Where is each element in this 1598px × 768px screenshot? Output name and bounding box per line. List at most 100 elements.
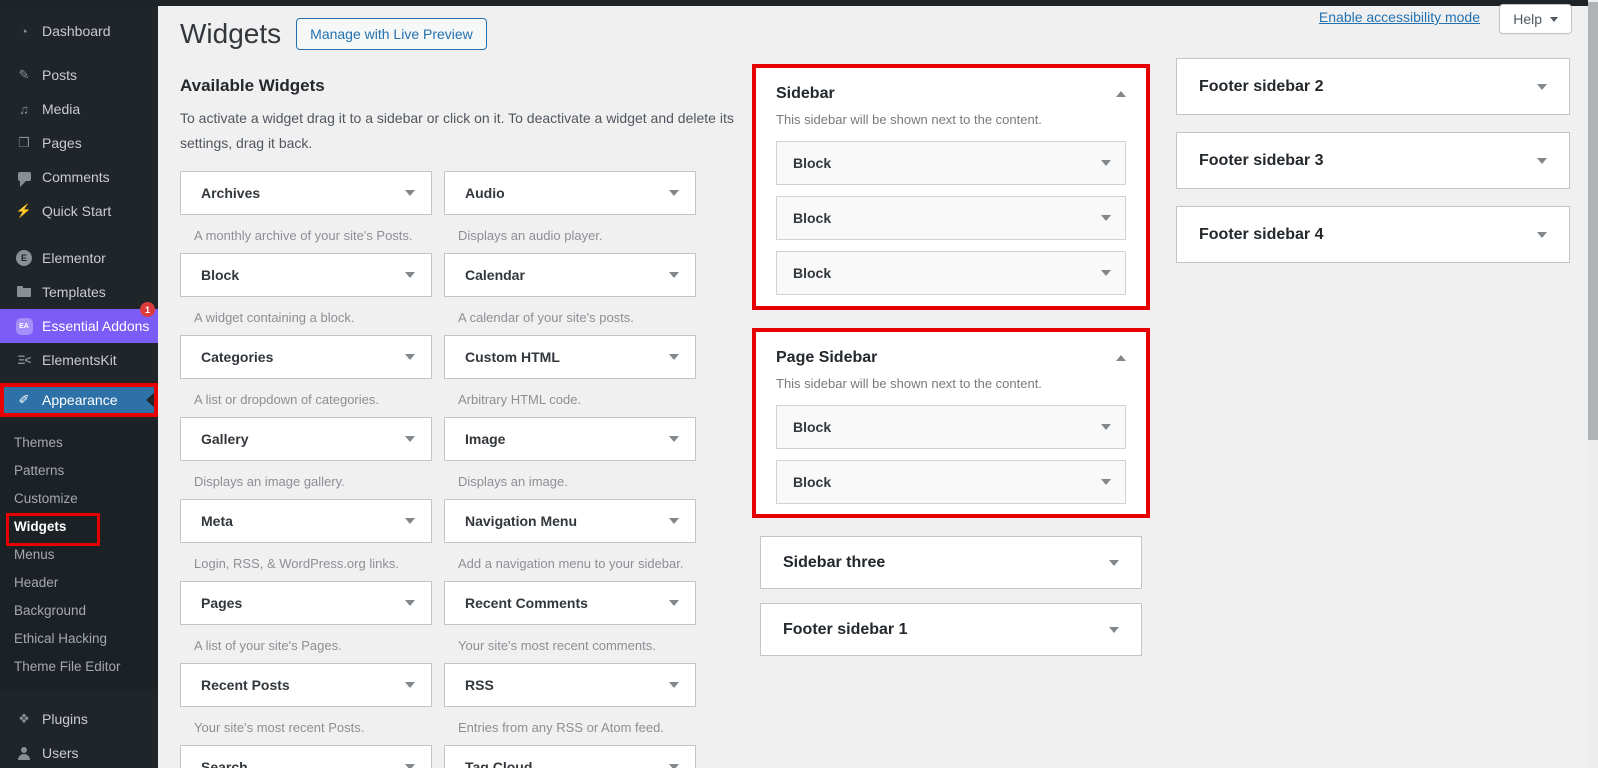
pages-icon: ❐ — [15, 135, 33, 151]
submenu-item-header[interactable]: Header — [0, 568, 158, 596]
widget-description: Your site's most recent Posts. — [194, 720, 432, 735]
widget-card-image[interactable]: Image — [444, 417, 696, 461]
widget-card-tag-cloud[interactable]: Tag Cloud — [444, 745, 696, 768]
block-widget[interactable]: Block — [776, 460, 1126, 504]
sidebar-item-comments[interactable]: Comments — [0, 160, 158, 194]
chevron-down-icon[interactable] — [1101, 424, 1111, 430]
sidebar-item-label: Quick Start — [42, 203, 111, 219]
widget-card-pages[interactable]: Pages — [180, 581, 432, 625]
quick-start-icon: ⚡ — [15, 203, 33, 219]
sidebar-item-quick-start[interactable]: ⚡ Quick Start — [0, 194, 158, 228]
submenu-label: Background — [14, 603, 86, 618]
chevron-down-icon[interactable] — [405, 600, 415, 606]
submenu-item-widgets[interactable]: Widgets — [0, 512, 158, 540]
sidebar-item-elementskit[interactable]: Ξ< ElementsKit — [0, 343, 158, 377]
sidebar-area-panel-collapsed[interactable]: Sidebar three — [760, 536, 1142, 589]
widget-name: Navigation Menu — [465, 513, 577, 529]
chevron-down-icon[interactable] — [669, 190, 679, 196]
submenu-item-ethical-hacking[interactable]: Ethical Hacking — [0, 624, 158, 652]
enable-accessibility-mode-link[interactable]: Enable accessibility mode — [1319, 9, 1480, 25]
chevron-up-icon[interactable] — [1116, 355, 1126, 361]
chevron-down-icon[interactable] — [1101, 479, 1111, 485]
sidebar-item-templates[interactable]: Templates — [0, 275, 158, 309]
scrollbar-thumb[interactable] — [1588, 2, 1598, 440]
chevron-down-icon[interactable] — [405, 436, 415, 442]
chevron-down-icon[interactable] — [669, 518, 679, 524]
chevron-up-icon[interactable] — [1116, 91, 1126, 97]
available-widgets-heading: Available Widgets — [180, 76, 755, 96]
chevron-down-icon[interactable] — [1109, 627, 1119, 633]
sidebar-item-dashboard[interactable]: ◔ Dashboard — [0, 14, 158, 48]
page-sidebar-panel-highlighted: Page Sidebar This sidebar will be shown … — [752, 328, 1150, 518]
sidebar-area-panel-collapsed[interactable]: Footer sidebar 2 — [1176, 58, 1570, 115]
sidebar-item-users[interactable]: Users — [0, 736, 158, 768]
chevron-down-icon[interactable] — [669, 682, 679, 688]
submenu-item-patterns[interactable]: Patterns — [0, 456, 158, 484]
sidebar-item-pages[interactable]: ❐ Pages — [0, 126, 158, 160]
submenu-item-customize[interactable]: Customize — [0, 484, 158, 512]
widget-card-recent-posts[interactable]: Recent Posts — [180, 663, 432, 707]
chevron-down-icon[interactable] — [405, 190, 415, 196]
widget-card-search[interactable]: Search — [180, 745, 432, 768]
chevron-down-icon[interactable] — [1109, 560, 1119, 566]
widget-card-rss[interactable]: RSS — [444, 663, 696, 707]
sidebar-item-label: Pages — [42, 135, 82, 151]
widget-card-custom-html[interactable]: Custom HTML — [444, 335, 696, 379]
widget-card-block[interactable]: Block — [180, 253, 432, 297]
chevron-down-icon[interactable] — [1537, 84, 1547, 90]
submenu-item-menus[interactable]: Menus — [0, 540, 158, 568]
widget-card-categories[interactable]: Categories — [180, 335, 432, 379]
widget-card-navigation-menu[interactable]: Navigation Menu — [444, 499, 696, 543]
widget-card-audio[interactable]: Audio — [444, 171, 696, 215]
chevron-down-icon[interactable] — [405, 518, 415, 524]
chevron-down-icon[interactable] — [669, 354, 679, 360]
widget-name: Tag Cloud — [465, 759, 532, 768]
submenu-item-background[interactable]: Background — [0, 596, 158, 624]
chevron-down-icon[interactable] — [405, 764, 415, 768]
chevron-down-icon[interactable] — [1101, 160, 1111, 166]
sidebar-item-plugins[interactable]: ❖ Plugins — [0, 702, 158, 736]
help-button[interactable]: Help — [1499, 4, 1572, 34]
widget-card-gallery[interactable]: Gallery — [180, 417, 432, 461]
chevron-down-icon[interactable] — [405, 272, 415, 278]
widget-name: Meta — [201, 513, 233, 529]
widget-card-recent-comments[interactable]: Recent Comments — [444, 581, 696, 625]
submenu-item-themes[interactable]: Themes — [0, 428, 158, 456]
widget-card-archives[interactable]: Archives — [180, 171, 432, 215]
sidebar-area-panel-collapsed[interactable]: Footer sidebar 1 — [760, 603, 1142, 656]
sidebar-item-label: Media — [42, 101, 80, 117]
sidebar-areas-column-2: Footer sidebar 2 Footer sidebar 3 Footer… — [1176, 58, 1570, 280]
chevron-down-icon[interactable] — [1101, 215, 1111, 221]
manage-live-preview-button[interactable]: Manage with Live Preview — [296, 18, 487, 50]
sidebar-item-media[interactable]: ♫ Media — [0, 92, 158, 126]
chevron-down-icon[interactable] — [1101, 270, 1111, 276]
block-label: Block — [793, 155, 831, 171]
chevron-down-icon[interactable] — [669, 436, 679, 442]
widget-description: A monthly archive of your site's Posts. — [194, 228, 432, 243]
block-widget[interactable]: Block — [776, 196, 1126, 240]
appearance-submenu: Themes Patterns Customize Widgets Menus … — [0, 421, 158, 689]
widget-name: RSS — [465, 677, 494, 693]
block-widget[interactable]: Block — [776, 405, 1126, 449]
sidebar-item-essential-addons[interactable]: EA Essential Addons 1 — [0, 309, 158, 343]
submenu-label: Menus — [14, 547, 55, 562]
submenu-item-theme-file-editor[interactable]: Theme File Editor — [0, 652, 158, 680]
widget-card-calendar[interactable]: Calendar — [444, 253, 696, 297]
chevron-down-icon[interactable] — [1537, 158, 1547, 164]
dashboard-icon: ◔ — [15, 24, 33, 39]
chevron-down-icon[interactable] — [405, 354, 415, 360]
sidebar-item-elementor[interactable]: E Elementor — [0, 241, 158, 275]
chevron-down-icon[interactable] — [669, 764, 679, 768]
sidebar-area-panel-collapsed[interactable]: Footer sidebar 4 — [1176, 206, 1570, 263]
chevron-down-icon[interactable] — [669, 272, 679, 278]
sidebar-area-panel-collapsed[interactable]: Footer sidebar 3 — [1176, 132, 1570, 189]
block-widget[interactable]: Block — [776, 141, 1126, 185]
chevron-down-icon[interactable] — [669, 600, 679, 606]
sidebar-item-appearance[interactable]: ✐ Appearance — [0, 383, 158, 417]
sidebar-item-label: Comments — [42, 169, 110, 185]
chevron-down-icon[interactable] — [405, 682, 415, 688]
block-widget[interactable]: Block — [776, 251, 1126, 295]
chevron-down-icon[interactable] — [1537, 232, 1547, 238]
widget-card-meta[interactable]: Meta — [180, 499, 432, 543]
sidebar-item-posts[interactable]: ✎ Posts — [0, 58, 158, 92]
